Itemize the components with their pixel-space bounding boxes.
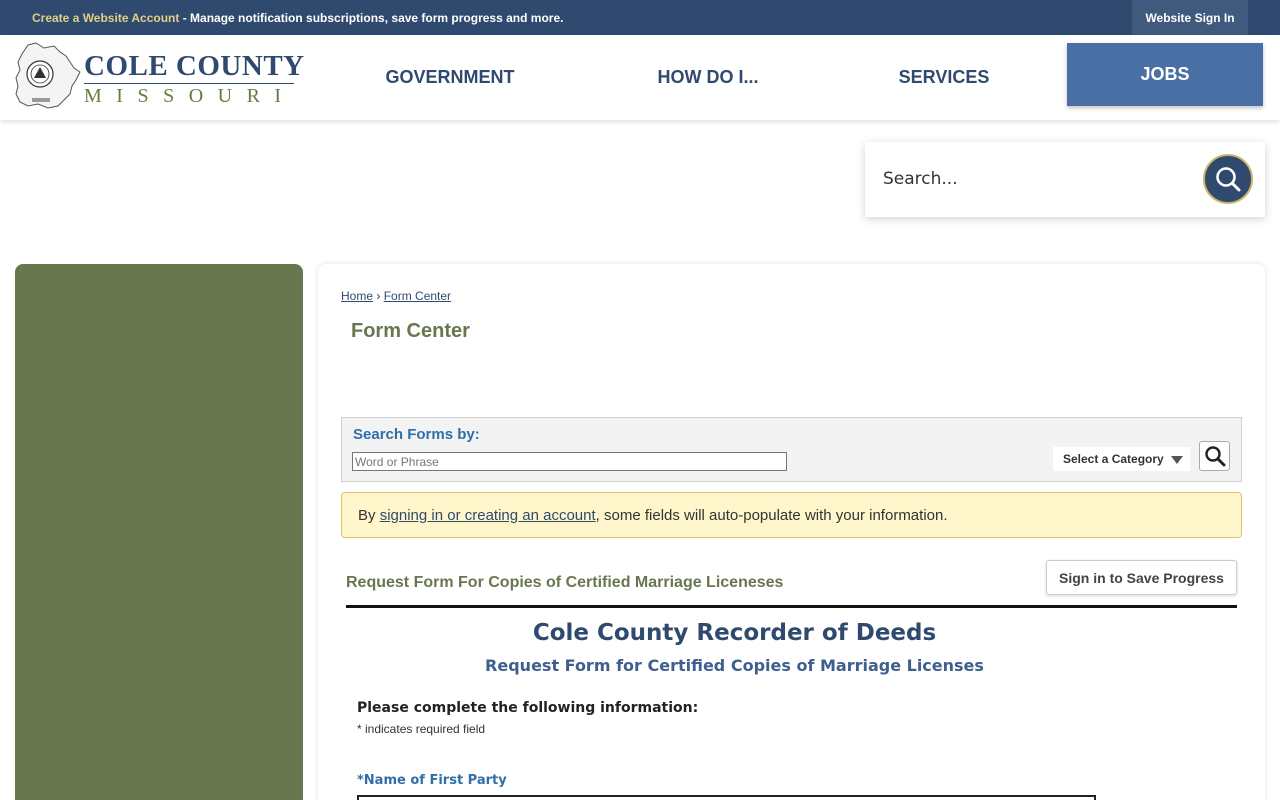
account-promo-text: - Manage notification subscriptions, sav… bbox=[179, 11, 564, 25]
sign-in-or-create-account-link[interactable]: signing in or creating an account bbox=[380, 507, 596, 524]
nav-jobs[interactable]: JOBS bbox=[1067, 43, 1263, 106]
site-search-button[interactable] bbox=[1203, 154, 1253, 204]
breadcrumb-form-center[interactable]: Form Center bbox=[384, 289, 451, 303]
magnifier-icon bbox=[1204, 446, 1225, 467]
forms-search-input[interactable] bbox=[352, 452, 787, 471]
first-party-name-input[interactable] bbox=[357, 795, 1096, 800]
search-forms-label: Search Forms by: bbox=[353, 426, 480, 443]
sign-in-notice: By signing in or creating an account, so… bbox=[341, 492, 1242, 538]
nav-government[interactable]: GOVERNMENT bbox=[370, 35, 530, 120]
create-account-link[interactable]: Create a Website Account bbox=[32, 11, 179, 25]
page-title: Form Center bbox=[351, 320, 470, 342]
breadcrumb-separator: › bbox=[376, 289, 381, 303]
notice-prefix: By bbox=[358, 506, 376, 524]
logo-state-name: MISSOURI bbox=[84, 85, 296, 107]
left-sidebar bbox=[15, 264, 303, 800]
first-party-name-label: *Name of First Party bbox=[357, 773, 507, 788]
breadcrumb: Home › Form Center bbox=[341, 289, 451, 303]
logo-divider bbox=[84, 83, 294, 84]
chevron-down-icon bbox=[1171, 456, 1183, 464]
site-search-input[interactable] bbox=[883, 164, 1183, 194]
site-search-box bbox=[865, 142, 1265, 217]
main-content: Home › Form Center Form Center Search Fo… bbox=[318, 264, 1265, 800]
form-org-subtitle: Request Form for Certified Copies of Mar… bbox=[485, 656, 984, 675]
category-select[interactable]: Select a Category bbox=[1053, 447, 1190, 471]
form-org-title: Cole County Recorder of Deeds bbox=[532, 620, 937, 646]
search-icon bbox=[1216, 167, 1241, 192]
cole-county-logo[interactable]: COLE COUNTY MISSOURI bbox=[14, 42, 304, 112]
site-header: COLE COUNTY MISSOURI GOVERNMENT HOW DO I… bbox=[0, 35, 1280, 120]
nav-how-do-i[interactable]: HOW DO I... bbox=[628, 35, 788, 120]
notice-suffix: , some fields will auto-populate with yo… bbox=[595, 506, 948, 524]
forms-search-button[interactable] bbox=[1199, 441, 1230, 471]
sign-in-to-save-progress-button[interactable]: Sign in to Save Progress bbox=[1046, 560, 1237, 595]
breadcrumb-home[interactable]: Home bbox=[341, 289, 373, 303]
search-forms-panel: Search Forms by: Select a Category bbox=[341, 417, 1242, 482]
logo-county-name: COLE COUNTY bbox=[84, 50, 305, 82]
website-sign-in-button[interactable]: Website Sign In bbox=[1132, 0, 1248, 35]
category-select-label: Select a Category bbox=[1063, 452, 1164, 466]
county-map-seal-icon bbox=[15, 42, 81, 109]
top-utility-bar: Create a Website Account - Manage notifi… bbox=[0, 0, 1280, 35]
form-instructions: Please complete the following informatio… bbox=[357, 700, 699, 716]
nav-services[interactable]: SERVICES bbox=[864, 35, 1024, 120]
form-name: Request Form For Copies of Certified Mar… bbox=[346, 574, 784, 591]
required-field-note: * indicates required field bbox=[357, 722, 486, 736]
account-promo: Create a Website Account - Manage notifi… bbox=[32, 11, 563, 25]
form-divider bbox=[346, 605, 1237, 608]
